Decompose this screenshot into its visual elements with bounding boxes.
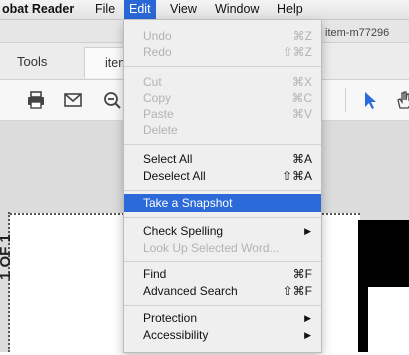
menu-item-delete[interactable]: Delete <box>124 122 321 139</box>
menu-file[interactable]: File <box>95 0 115 19</box>
menu-view[interactable]: View <box>170 0 197 19</box>
menu-item-copy[interactable]: Copy ⌘C <box>124 90 321 107</box>
menu-item-accessibility[interactable]: Accessibility ▶ <box>124 327 321 344</box>
submenu-arrow-icon: ▶ <box>304 226 311 236</box>
menu-item-take-snapshot[interactable]: Take a Snapshot <box>124 194 321 212</box>
menu-item-undo[interactable]: Undo ⌘Z <box>124 28 321 45</box>
menu-item-advanced-search[interactable]: Advanced Search ⇧⌘F <box>124 283 321 300</box>
menu-separator <box>124 305 321 306</box>
print-icon[interactable] <box>26 90 46 110</box>
menu-item-paste[interactable]: Paste ⌘V <box>124 106 321 123</box>
page-label: 1 OF 1 <box>0 234 56 280</box>
menu-edit[interactable]: Edit <box>124 0 156 19</box>
page-edge <box>8 212 12 352</box>
email-icon[interactable] <box>63 90 83 110</box>
menu-separator <box>124 190 321 191</box>
menu-item-select-all[interactable]: Select All ⌘A <box>124 151 321 168</box>
menu-item-check-spelling[interactable]: Check Spelling ▶ <box>124 223 321 240</box>
menu-separator <box>124 66 321 67</box>
menu-separator <box>124 144 321 145</box>
submenu-arrow-icon: ▶ <box>304 330 311 340</box>
menu-separator <box>124 261 321 262</box>
menu-separator <box>124 217 321 218</box>
toolbar-divider <box>345 88 346 112</box>
menu-item-look-up[interactable]: Look Up Selected Word... <box>124 240 321 257</box>
menu-item-find[interactable]: Find ⌘F <box>124 266 321 283</box>
tab-tools[interactable]: Tools <box>17 54 47 69</box>
page-graphic-white <box>368 287 409 352</box>
app-menu[interactable]: obat Reader <box>2 0 74 19</box>
menu-item-cut[interactable]: Cut ⌘X <box>124 74 321 91</box>
menu-item-deselect-all[interactable]: Deselect All ⇧⌘A <box>124 168 321 185</box>
menu-window[interactable]: Window <box>215 0 259 19</box>
select-arrow-icon[interactable] <box>360 90 380 110</box>
submenu-arrow-icon: ▶ <box>304 313 311 323</box>
menu-bar: obat Reader File Edit View Window Help <box>0 0 409 20</box>
hand-tool-icon[interactable] <box>394 90 409 110</box>
zoom-out-icon[interactable] <box>102 90 122 110</box>
edit-menu-dropdown: Undo ⌘Z Redo ⇧⌘Z Cut ⌘X Copy ⌘C Paste ⌘V Dele… <box>123 20 322 353</box>
document-title: item-m77296 <box>312 24 389 42</box>
menu-item-redo[interactable]: Redo ⇧⌘Z <box>124 44 321 61</box>
menu-item-protection[interactable]: Protection ▶ <box>124 310 321 327</box>
menu-help[interactable]: Help <box>277 0 303 19</box>
